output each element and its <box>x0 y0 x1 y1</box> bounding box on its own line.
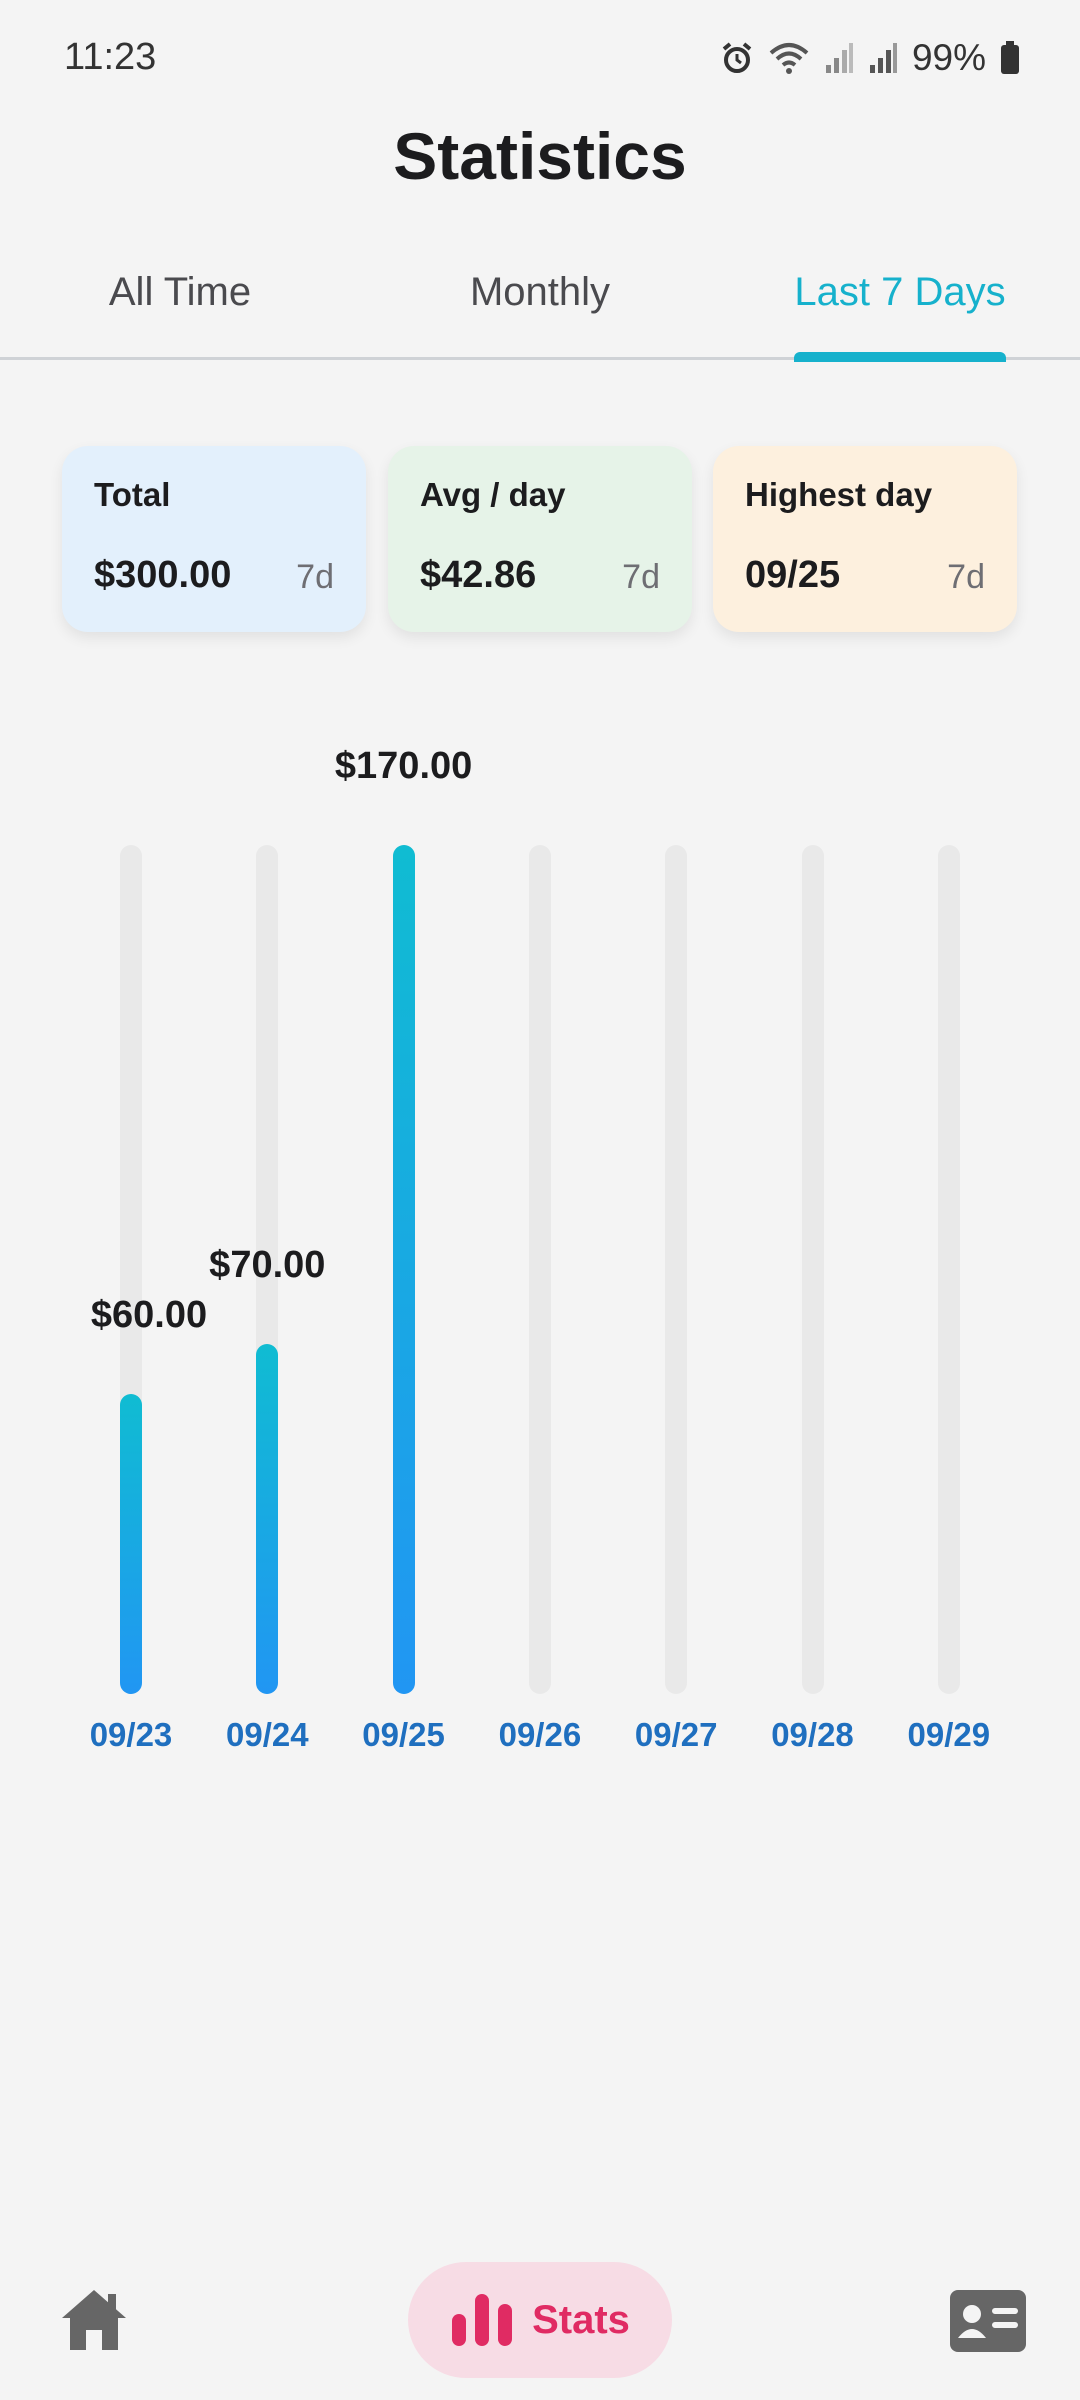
stats-nav-button[interactable]: Stats <box>408 2262 672 2378</box>
home-icon[interactable] <box>58 2284 130 2356</box>
bar-value-label: $60.00 <box>90 1294 208 1337</box>
bottom-nav: Stats <box>0 2240 1080 2400</box>
x-axis-label: 09/25 <box>362 1716 445 1753</box>
highest-day-card: Highest day 09/25 7d <box>713 446 1017 632</box>
signal-icon <box>868 41 898 75</box>
alarm-icon <box>720 41 754 75</box>
total-card: Total $300.00 7d <box>62 446 366 632</box>
x-axis-label: 09/23 <box>89 1716 173 1753</box>
tab-all-time[interactable]: All Time <box>60 270 300 315</box>
bar-value-label: $70.00 <box>209 1244 326 1287</box>
bar-track <box>801 845 824 1694</box>
x-axis-label: 09/27 <box>634 1716 718 1753</box>
tab-last-7-days[interactable]: Last 7 Days <box>780 270 1020 315</box>
card-label: Avg / day <box>420 476 566 513</box>
card-value: 09/25 <box>745 554 841 596</box>
card-label: Highest day <box>745 476 933 513</box>
x-axis-label: 09/26 <box>498 1716 582 1753</box>
card-value: $42.86 <box>420 554 537 596</box>
bar-chart-icon <box>450 2290 514 2351</box>
stats-nav-label: Stats <box>532 2297 630 2342</box>
status-bar: 11:23 99% <box>0 0 1080 118</box>
status-icons: 99% <box>720 37 1020 78</box>
bar[interactable] <box>392 845 415 1694</box>
bar[interactable] <box>256 1344 279 1694</box>
card-period: 7d <box>947 558 985 596</box>
contact-card-icon[interactable] <box>950 2290 1026 2352</box>
period-tabs: All Time Monthly Last 7 Days <box>0 250 1080 362</box>
status-time: 11:23 <box>64 36 157 78</box>
avg-per-day-card: Avg / day $42.86 7d <box>388 446 692 632</box>
bar-value-label: $170.00 <box>334 745 473 787</box>
card-value: $300.00 <box>94 554 232 596</box>
daily-spending-chart: $60.00 09/23 $70.00 09/24 $170.00 09/25 09/26 0… <box>0 700 1080 1800</box>
bar[interactable] <box>120 1394 142 1694</box>
battery-percent: 99% <box>911 37 986 78</box>
signal-icon <box>824 41 854 75</box>
bar-track <box>937 845 960 1694</box>
battery-icon <box>1000 41 1020 75</box>
x-axis-label: 09/28 <box>771 1716 854 1753</box>
card-label: Total <box>94 476 171 513</box>
x-axis-label: 09/29 <box>907 1716 991 1753</box>
active-tab-indicator <box>794 352 1006 362</box>
card-period: 7d <box>296 558 334 596</box>
bar-track <box>665 845 688 1694</box>
page-title: Statistics <box>393 119 687 193</box>
wifi-icon <box>768 41 810 75</box>
bar-track <box>528 845 551 1694</box>
card-period: 7d <box>622 558 660 596</box>
x-axis-label: 09/24 <box>226 1716 309 1753</box>
tab-monthly[interactable]: Monthly <box>420 270 660 315</box>
